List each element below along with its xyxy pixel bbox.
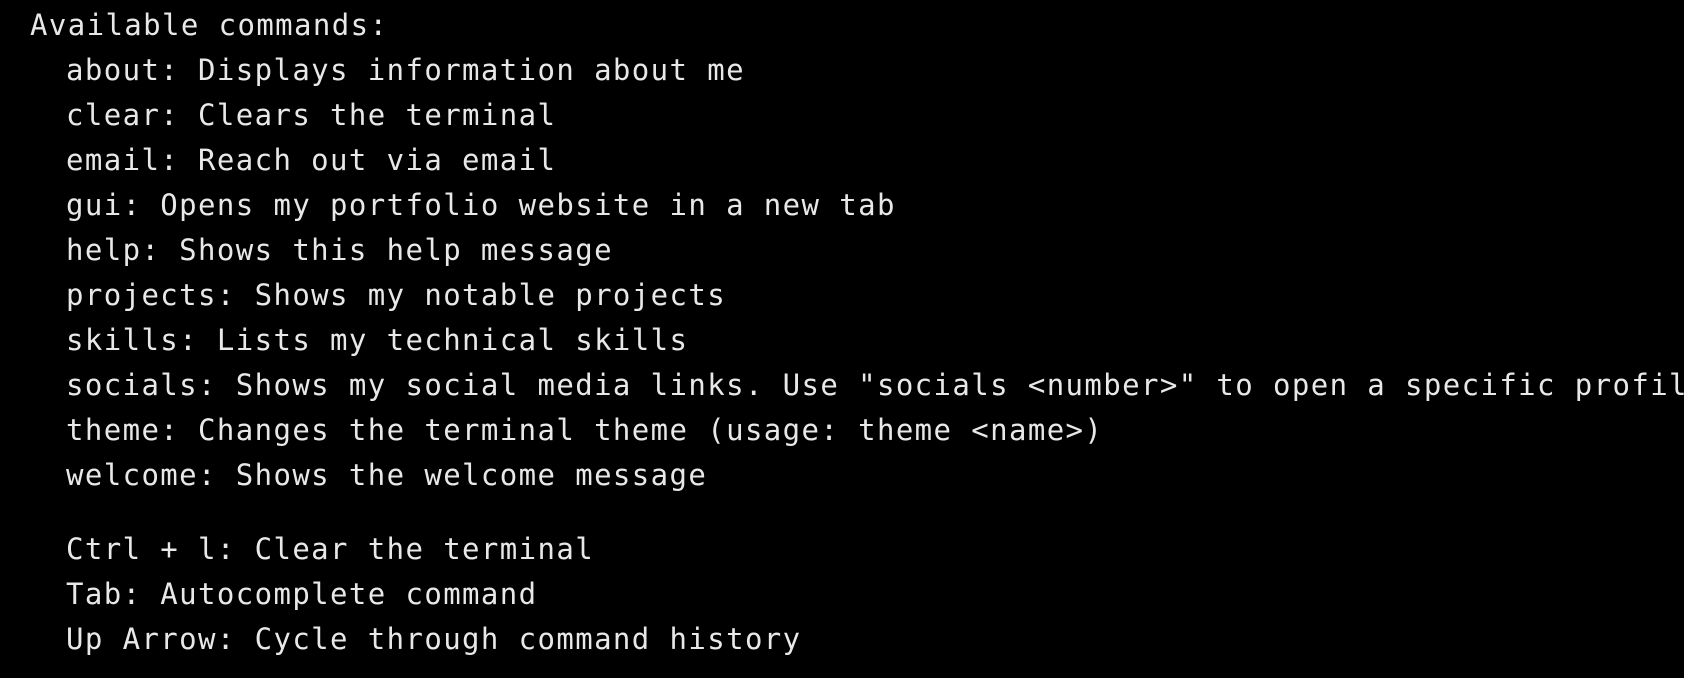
command-item-theme: theme: Changes the terminal theme (usage… — [66, 413, 1104, 447]
command-list: about: Displays information about me cle… — [30, 48, 1684, 498]
shortcut-item-history: Up Arrow: Cycle through command history — [66, 622, 802, 656]
shortcut-item-clear: Ctrl + l: Clear the terminal — [66, 532, 595, 566]
command-item-clear: clear: Clears the terminal — [66, 98, 557, 132]
command-item-skills: skills: Lists my technical skills — [66, 323, 689, 357]
help-heading: Available commands: — [30, 8, 389, 42]
command-item-about: about: Displays information about me — [66, 53, 745, 87]
command-item-socials: socials: Shows my social media links. Us… — [66, 368, 1684, 402]
command-item-gui: gui: Opens my portfolio website in a new… — [66, 188, 896, 222]
shortcut-list: Ctrl + l: Clear the terminal Tab: Autoco… — [30, 527, 1684, 662]
command-item-projects: projects: Shows my notable projects — [66, 278, 727, 312]
terminal-output[interactable]: Available commands: about: Displays info… — [0, 0, 1684, 678]
command-item-help: help: Shows this help message — [66, 233, 613, 267]
command-item-welcome: welcome: Shows the welcome message — [66, 458, 708, 492]
command-item-email: email: Reach out via email — [66, 143, 557, 177]
shortcut-item-autocomplete: Tab: Autocomplete command — [66, 577, 538, 611]
